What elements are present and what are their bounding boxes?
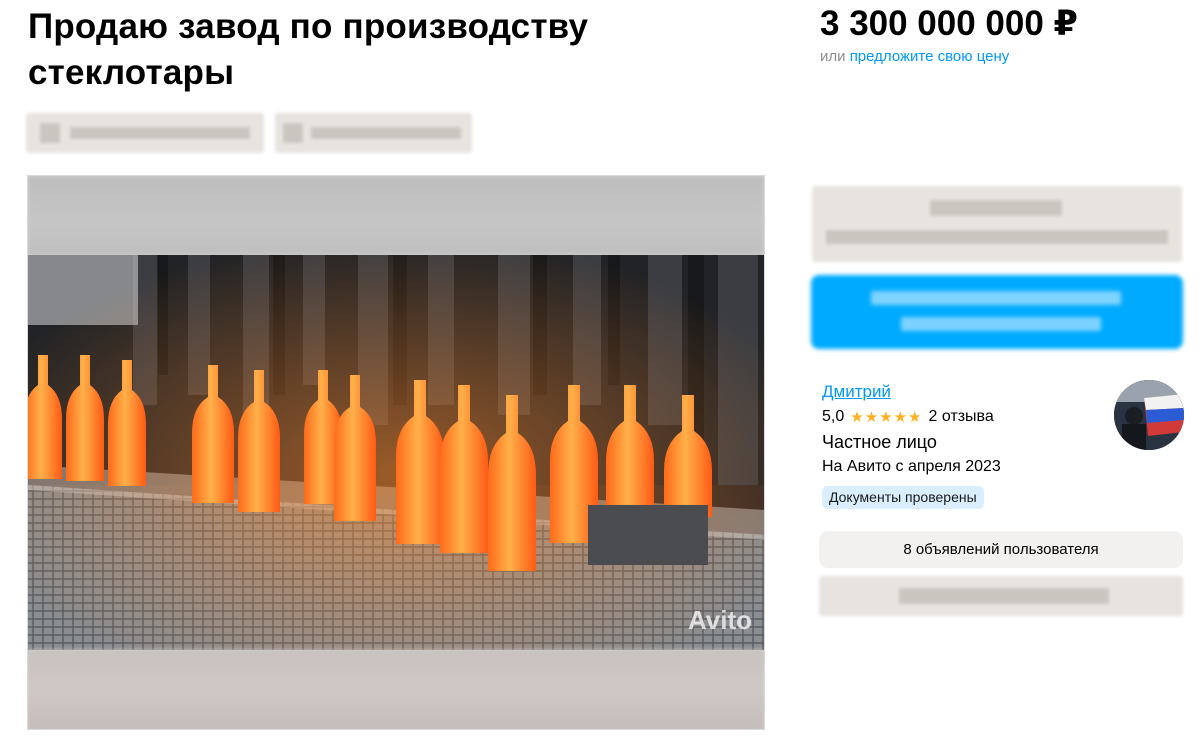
user-listings-button[interactable]: 8 объявлений пользователя — [819, 531, 1183, 568]
listing-price: 3 300 000 000 ₽ — [820, 4, 1078, 43]
redacted-seller-extra — [819, 576, 1183, 616]
seller-since: На Авито с апреля 2023 — [822, 458, 1001, 475]
avatar-image — [1114, 380, 1184, 450]
price-offer-line: или предложите свою цену — [820, 47, 1009, 67]
rating-value: 5,0 — [822, 408, 845, 425]
redacted-seller-summary — [812, 186, 1182, 262]
redacted-location — [26, 113, 264, 153]
seller-rating[interactable]: 5,0 ★★★★★ 2 отзыва — [822, 408, 994, 426]
listing-photo[interactable]: Avito — [28, 255, 764, 650]
seller-name-link[interactable]: Дмитрий — [822, 382, 891, 402]
gallery-blur-top — [28, 176, 764, 255]
contact-button[interactable] — [811, 275, 1183, 349]
offer-price-link[interactable]: предложите свою цену — [850, 48, 1010, 65]
price-offer-prefix: или — [820, 48, 846, 65]
avito-watermark: Avito — [687, 605, 752, 635]
listing-page: Продаю завод по производству стеклотары … — [0, 0, 1200, 745]
star-rating-icon: ★★★★★ — [850, 409, 923, 426]
documents-verified-badge: Документы проверены — [822, 486, 984, 509]
listing-title: Продаю завод по производству стеклотары — [28, 7, 589, 92]
gallery-blur-bottom — [28, 650, 764, 729]
seller-type: Частное лицо — [822, 432, 937, 452]
photo-gallery[interactable]: Avito — [27, 175, 765, 730]
seller-avatar[interactable] — [1114, 380, 1184, 450]
glass-bottle-production-image — [28, 255, 764, 650]
reviews-count[interactable]: 2 отзыва — [929, 408, 994, 426]
redacted-location-2 — [275, 113, 472, 153]
